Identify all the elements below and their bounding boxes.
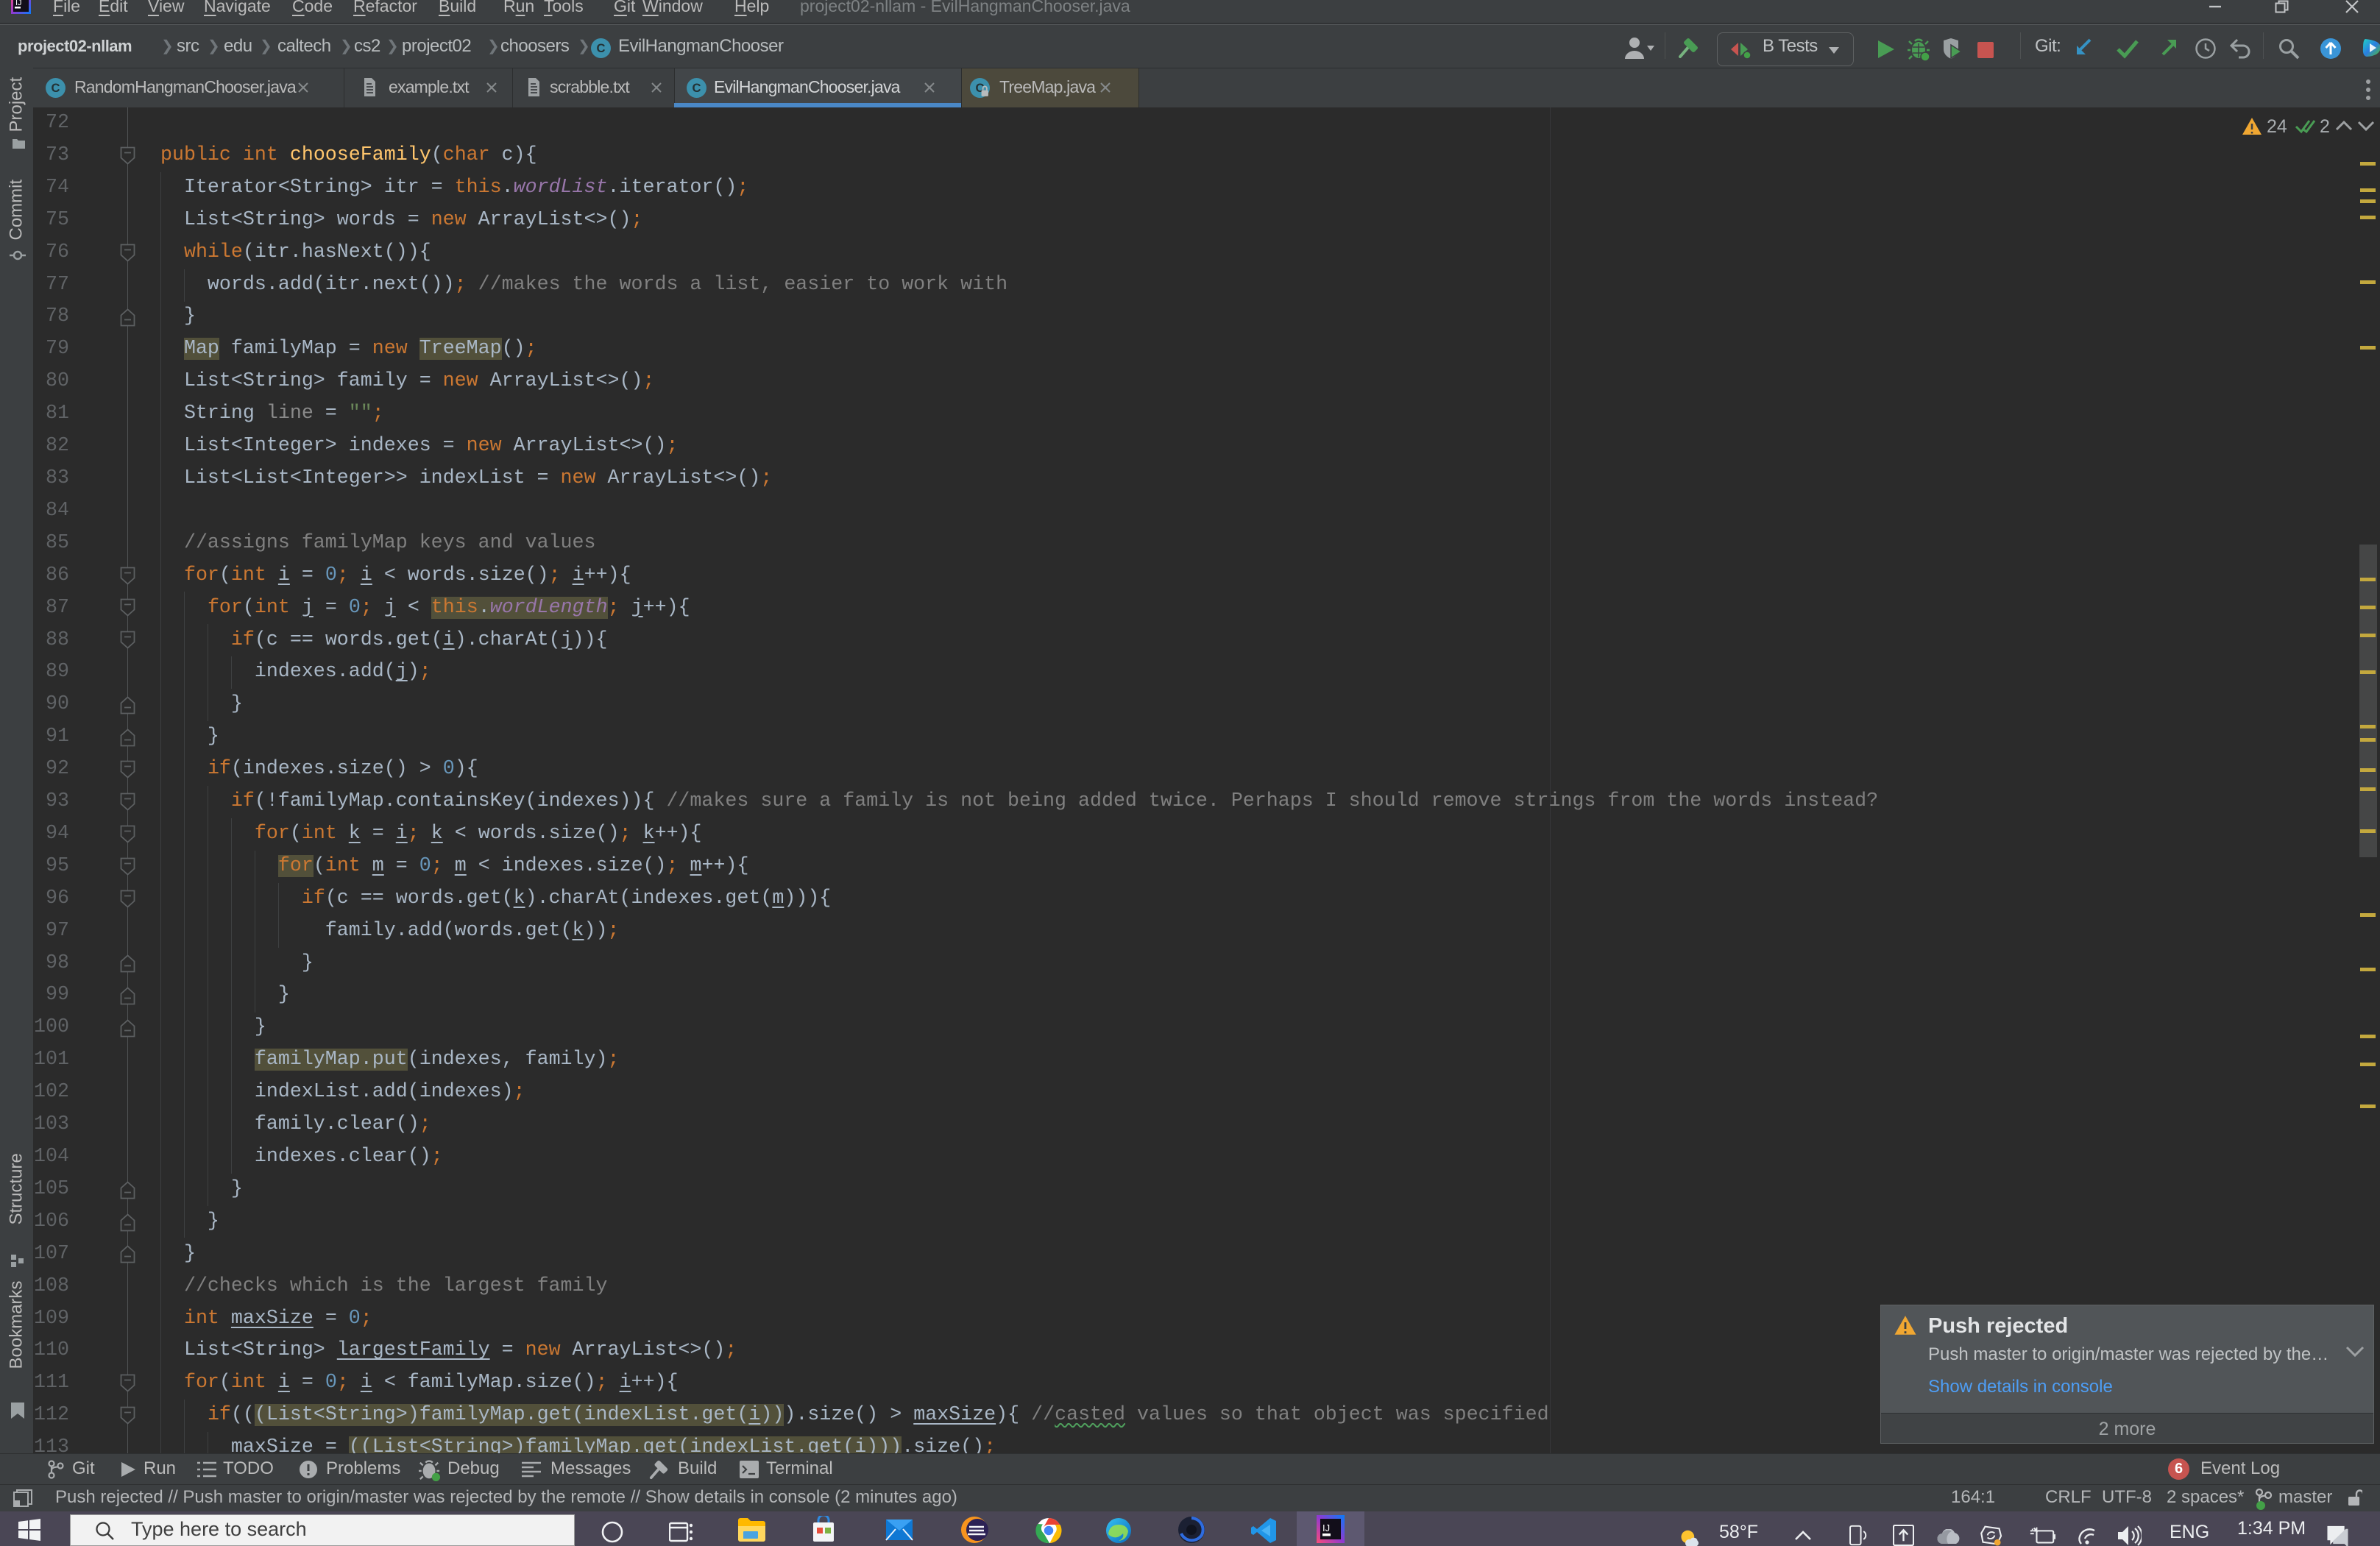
svg-text:IJ: IJ	[15, 0, 22, 7]
svg-text:C: C	[52, 81, 60, 95]
svg-text:C: C	[597, 41, 606, 55]
svg-text:IJ: IJ	[1322, 1522, 1330, 1533]
svg-text:C: C	[693, 81, 701, 95]
